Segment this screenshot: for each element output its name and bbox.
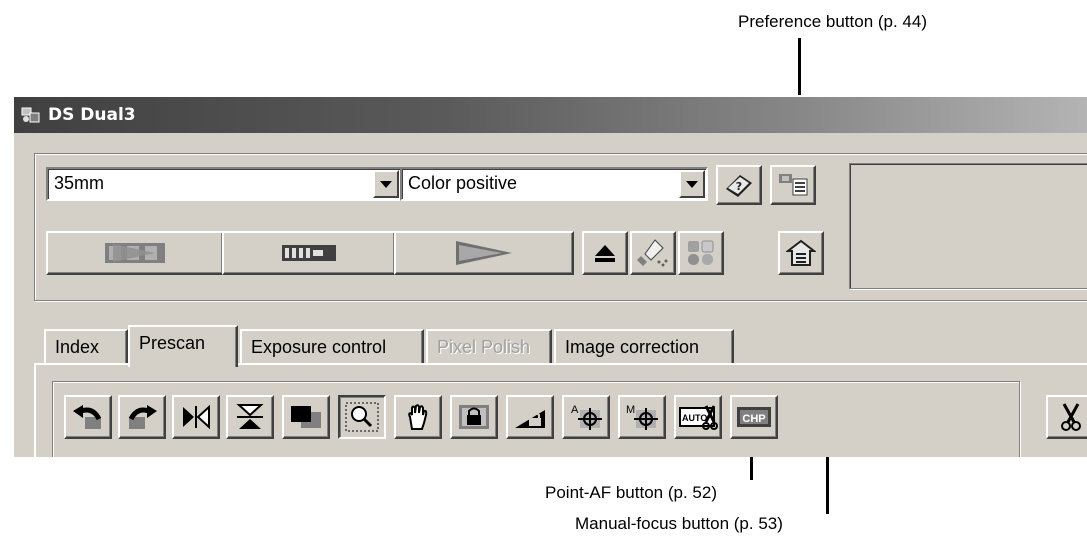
rotate-left-icon [73,405,102,429]
lock-button[interactable] [450,395,498,439]
film-type-value: Color positive [408,173,518,193]
brush-icon [637,239,668,267]
frame-toggle-icon [291,406,321,428]
manual-focus-callout: Manual-focus button (p. 53) [575,514,783,533]
tab-prescan[interactable]: Prescan [128,325,238,367]
auto-crop-icon: AUTO [679,405,718,430]
film-format-select[interactable]: 35mm [46,167,402,201]
chip-button[interactable]: CHP [730,395,778,439]
status-display-panel [849,163,1087,289]
hand-icon [408,404,428,430]
rotate-right-button[interactable] [118,395,166,439]
flip-horizontal-icon [183,404,210,430]
chip-label: CHP [742,413,765,425]
help-button[interactable]: ? [716,165,762,205]
zoom-icon [345,402,379,432]
title-bar: DS Dual3 [14,97,1087,133]
prescan-button[interactable] [394,231,574,275]
tab-index[interactable]: Index [44,329,128,365]
flip-horizontal-button[interactable] [172,395,220,439]
manual-focus-button[interactable]: M [618,395,666,439]
zoom-button[interactable] [338,395,386,439]
tab-pixel-polish: Pixel Polish [426,329,552,365]
chip-icon: CHP [737,407,771,427]
film-format-value: 35mm [54,173,105,193]
preference-icon [786,239,816,266]
flip-vertical-icon [236,404,264,429]
manual-focus-icon: M [626,404,658,430]
help-book-icon: ? [726,175,752,197]
crop-icon [1061,403,1081,431]
prescan-icon [456,241,512,265]
point-af-callout: Point-AF button (p. 52) [545,483,717,502]
scanner-app-icon [20,104,42,126]
point-af-letter: A [571,404,579,416]
lock-exposure-button[interactable] [506,395,554,439]
film-type-dropdown-icon[interactable] [679,170,705,198]
color-matching-button[interactable] [678,231,724,275]
index-scan-icon [282,245,336,261]
crop-button[interactable] [1046,395,1087,439]
eject-button[interactable] [582,231,628,275]
auto-crop-button[interactable]: AUTO [674,395,722,439]
auto-crop-label: AUTO [682,413,707,423]
eject-icon [595,245,615,262]
preference-callout: Preference button (p. 44) [738,12,928,31]
preference-button[interactable] [778,231,824,275]
scanner-window: DS Dual3 35mm Color positive ? Index Pre… [12,95,1087,457]
rotate-left-button[interactable] [64,395,112,439]
index-scan-button[interactable] [222,231,396,275]
film-format-dropdown-icon[interactable] [373,170,399,198]
flip-vertical-button[interactable] [226,395,274,439]
scan-button[interactable] [46,231,224,275]
color-match-icon [688,240,714,265]
point-af-button[interactable]: A [562,395,610,439]
film-type-select[interactable]: Color positive [400,167,708,201]
dust-brush-button[interactable] [630,231,676,275]
rotate-right-icon [128,405,157,429]
frame-toggle-button[interactable] [282,395,330,439]
tab-image-correction[interactable]: Image correction [554,329,734,365]
tab-exposure-control[interactable]: Exposure control [240,329,424,365]
point-af-icon: A [571,404,602,430]
frame-settings-button[interactable] [770,165,816,205]
scan-icon [105,243,165,263]
lock-exposure-icon [515,410,545,428]
hand-tool-button[interactable] [394,395,442,439]
frame-settings-icon [779,174,808,196]
manual-focus-letter: M [626,404,635,416]
window-title: DS Dual3 [48,105,136,125]
lock-icon [459,405,489,429]
svg-text:?: ? [736,180,742,193]
